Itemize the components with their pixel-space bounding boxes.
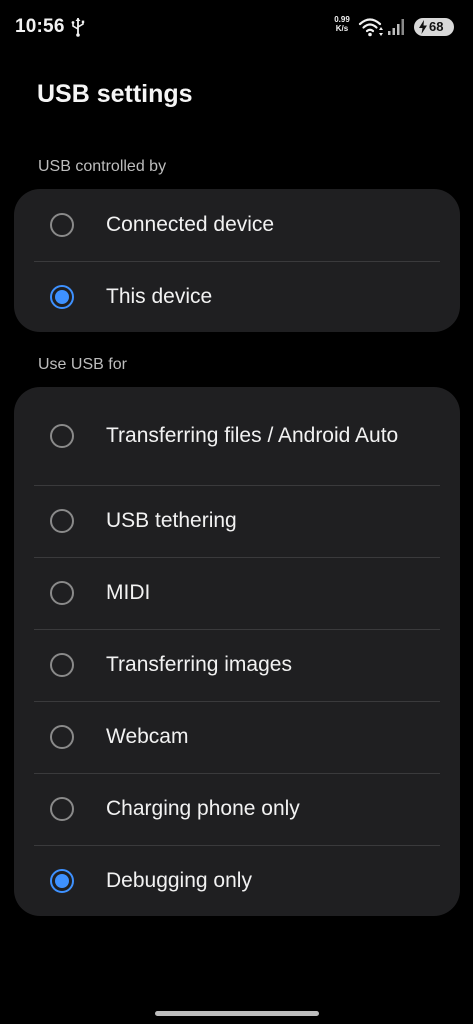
radio-button[interactable] xyxy=(50,797,74,821)
option-midi[interactable]: MIDI xyxy=(14,557,460,629)
option-transferring-files[interactable]: Transferring files / Android Auto xyxy=(14,387,460,485)
radio-button[interactable] xyxy=(50,424,74,448)
option-label: Connected device xyxy=(106,213,275,236)
option-label: This device xyxy=(106,284,213,308)
signal-icon xyxy=(388,19,404,35)
radio-button[interactable] xyxy=(50,213,74,237)
status-time: 10:56 xyxy=(15,16,65,37)
section-label-use-usb-for: Use USB for xyxy=(38,356,127,373)
radio-button-selected[interactable] xyxy=(50,868,74,893)
network-speed-value: 0.99 xyxy=(334,15,350,24)
charging-bolt-icon xyxy=(419,20,427,34)
usb-icon xyxy=(71,17,85,37)
option-label: Debugging only xyxy=(106,868,252,892)
option-label: Webcam xyxy=(106,725,189,748)
network-speed: 0.99 K/s xyxy=(331,15,353,33)
option-debugging-only[interactable]: Debugging only xyxy=(14,845,460,916)
option-label: Transferring files / Android Auto xyxy=(106,424,399,447)
option-label: USB tethering xyxy=(106,509,237,532)
wifi-icon xyxy=(358,18,383,37)
option-connected-device[interactable]: Connected device xyxy=(14,189,460,261)
page-title: USB settings xyxy=(37,80,193,108)
option-label: Transferring images xyxy=(106,653,292,676)
radio-button-selected[interactable] xyxy=(50,284,74,309)
option-transferring-images[interactable]: Transferring images xyxy=(14,629,460,701)
radio-button[interactable] xyxy=(50,581,74,605)
network-speed-unit: K/s xyxy=(335,24,349,33)
option-this-device[interactable]: This device xyxy=(14,261,460,332)
radio-button[interactable] xyxy=(50,653,74,677)
section-label-controlled-by: USB controlled by xyxy=(38,158,167,175)
gesture-nav-handle[interactable] xyxy=(155,1011,319,1016)
option-webcam[interactable]: Webcam xyxy=(14,701,460,773)
option-charging-phone-only[interactable]: Charging phone only xyxy=(14,773,460,845)
radio-button[interactable] xyxy=(50,509,74,533)
option-label: Charging phone only xyxy=(106,797,300,820)
controlled-by-card: Connected device This device xyxy=(14,189,460,332)
option-label: MIDI xyxy=(106,581,151,604)
radio-button[interactable] xyxy=(50,725,74,749)
battery-indicator: 68 xyxy=(414,18,454,36)
status-bar: 10:56 0.99 K/s 68 xyxy=(0,0,473,56)
battery-level: 68 xyxy=(429,19,444,34)
option-usb-tethering[interactable]: USB tethering xyxy=(14,485,460,557)
use-usb-for-card: Transferring files / Android Auto USB te… xyxy=(14,387,460,916)
